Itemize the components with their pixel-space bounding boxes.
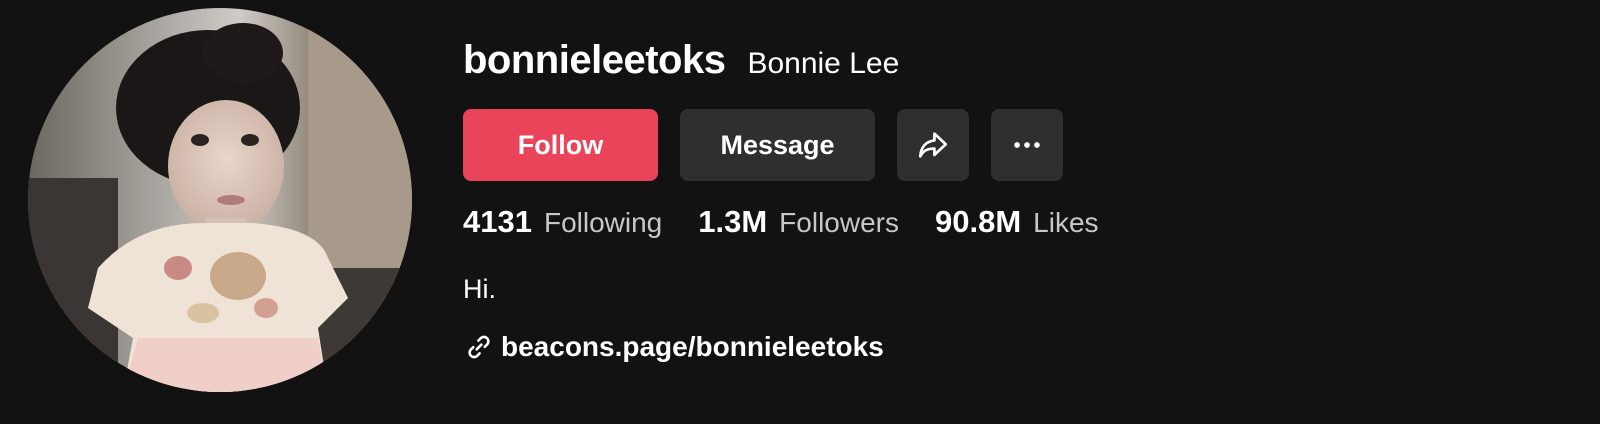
stat-label: Likes [1033,207,1099,238]
profile-stats: 4131 Following 1.3M Followers 90.8M Like… [463,204,1135,240]
avatar-photo [28,8,412,392]
link-text[interactable]: beacons.page/bonnieleetoks [501,331,884,363]
profile-link[interactable]: beacons.page/bonnieleetoks [465,331,884,363]
follow-button[interactable]: Follow [463,109,658,181]
stat-value: 1.3M [698,204,768,239]
stat-likes: 90.8M Likes [935,204,1099,240]
action-buttons: Follow Message [463,109,1063,181]
more-dots-icon [1014,142,1040,148]
stat-value: 4131 [463,204,532,239]
username: bonnieleetoks [463,38,726,82]
stat-label: Following [543,207,663,238]
display-name: Bonnie Lee [747,47,900,80]
stat-value: 90.8M [934,204,1022,239]
more-button[interactable] [991,109,1063,181]
share-arrow-icon [918,132,948,158]
bio-text: Hi. [463,274,496,304]
stat-followers[interactable]: 1.3M Followers [698,204,899,240]
link-icon [468,335,490,359]
stat-following[interactable]: 4131 Following [463,204,662,240]
message-button[interactable]: Message [680,109,875,181]
stat-label: Followers [779,207,899,238]
name-row: bonnieleetoks Bonnie Lee [463,38,899,83]
share-button[interactable] [897,109,969,181]
avatar[interactable] [28,8,412,392]
